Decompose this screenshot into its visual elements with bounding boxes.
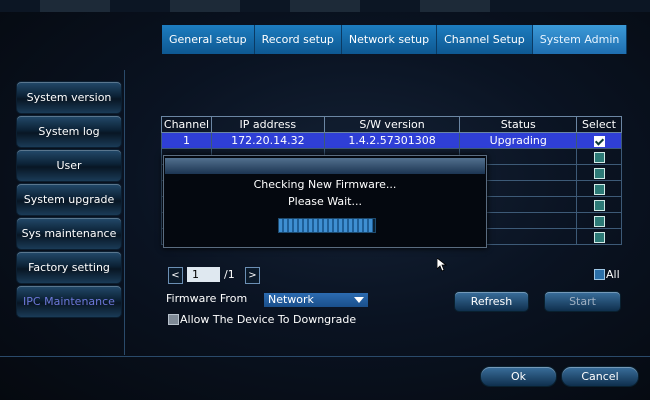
tab-network-setup[interactable]: Network setup: [341, 25, 438, 54]
divider-vertical: [124, 70, 125, 355]
top-strip-segment: [420, 0, 490, 12]
col-header-status: Status: [459, 116, 578, 133]
cell-select: [576, 228, 622, 245]
sidebar-item-system-upgrade[interactable]: System upgrade: [17, 184, 121, 215]
row-select-checkbox[interactable]: [593, 135, 605, 147]
row-select-checkbox[interactable]: [593, 167, 605, 179]
cell-select: [576, 180, 622, 197]
firmware-from-label: Firmware From: [166, 292, 248, 305]
sidebar-item-system-log[interactable]: System log: [17, 116, 121, 147]
col-header-channel: Channel: [161, 116, 212, 133]
cell-select: [576, 132, 622, 149]
top-strip-segment: [290, 0, 360, 12]
firmware-from-value: Network: [268, 293, 314, 306]
dialog-message-wait: Please Wait...: [288, 195, 362, 208]
page-total: /1: [224, 268, 235, 281]
tab-system-admin[interactable]: System Admin: [532, 25, 628, 54]
col-header-version: S/W version: [323, 116, 461, 133]
page-number-input[interactable]: 1: [187, 267, 220, 282]
dialog-title-bar: [165, 158, 485, 174]
col-header-ip: IP address: [210, 116, 325, 133]
top-strip-segment: [170, 0, 240, 12]
row-select-checkbox[interactable]: [593, 183, 605, 195]
row-select-checkbox[interactable]: [593, 199, 605, 211]
refresh-button[interactable]: Refresh: [455, 292, 528, 311]
row-select-checkbox[interactable]: [593, 215, 605, 227]
table-row[interactable]: 1 172.20.14.32 1.4.2.57301308 Upgrading: [161, 132, 622, 149]
cancel-button[interactable]: Cancel: [562, 367, 638, 386]
allow-downgrade-checkbox[interactable]: [168, 314, 179, 325]
next-page-button[interactable]: >: [245, 267, 260, 284]
start-button[interactable]: Start: [545, 292, 620, 311]
allow-downgrade-label: Allow The Device To Downgrade: [180, 313, 357, 326]
dialog-message-checking: Checking New Firmware...: [253, 178, 397, 191]
sidebar-item-system-version[interactable]: System version: [17, 82, 121, 113]
tab-bar: General setup Record setup Network setup…: [162, 25, 628, 54]
firmware-from-select[interactable]: Network: [264, 293, 368, 307]
select-all-checkbox[interactable]: [594, 269, 605, 280]
tab-channel-setup[interactable]: Channel Setup: [437, 25, 533, 54]
firmware-check-dialog: Checking New Firmware... Please Wait...: [163, 155, 487, 248]
table-header-row: Channel IP address S/W version Status Se…: [161, 116, 622, 133]
progress-bar: [278, 218, 376, 233]
cell-select: [576, 212, 622, 229]
cell-version: 1.4.2.57301308: [323, 132, 461, 149]
sidebar-item-ipc-maintenance[interactable]: IPC Maintenance: [17, 286, 121, 317]
sidebar-item-factory-setting[interactable]: Factory setting: [17, 252, 121, 283]
tab-general-setup[interactable]: General setup: [162, 25, 255, 54]
dvr-settings-window: General setup Record setup Network setup…: [0, 0, 650, 400]
prev-page-button[interactable]: <: [168, 267, 183, 284]
select-all-label: All: [606, 268, 620, 281]
top-strip-segment: [40, 0, 110, 12]
sidebar-item-user[interactable]: User: [17, 150, 121, 181]
row-select-checkbox[interactable]: [593, 231, 605, 243]
divider-horizontal: [0, 356, 650, 357]
top-strip: [0, 0, 650, 12]
chevron-down-icon: [354, 297, 364, 303]
col-header-select: Select: [576, 116, 622, 133]
ok-button[interactable]: Ok: [481, 367, 556, 386]
cell-ip: 172.20.14.32: [210, 132, 325, 149]
cell-select: [576, 148, 622, 165]
tab-record-setup[interactable]: Record setup: [254, 25, 342, 54]
sidebar-item-sys-maintenance[interactable]: Sys maintenance: [17, 218, 121, 249]
cell-select: [576, 164, 622, 181]
row-select-checkbox[interactable]: [593, 151, 605, 163]
cell-select: [576, 196, 622, 213]
cell-status: Upgrading: [459, 132, 578, 149]
progress-bar-fill: [279, 219, 374, 232]
cell-channel: 1: [161, 132, 212, 149]
